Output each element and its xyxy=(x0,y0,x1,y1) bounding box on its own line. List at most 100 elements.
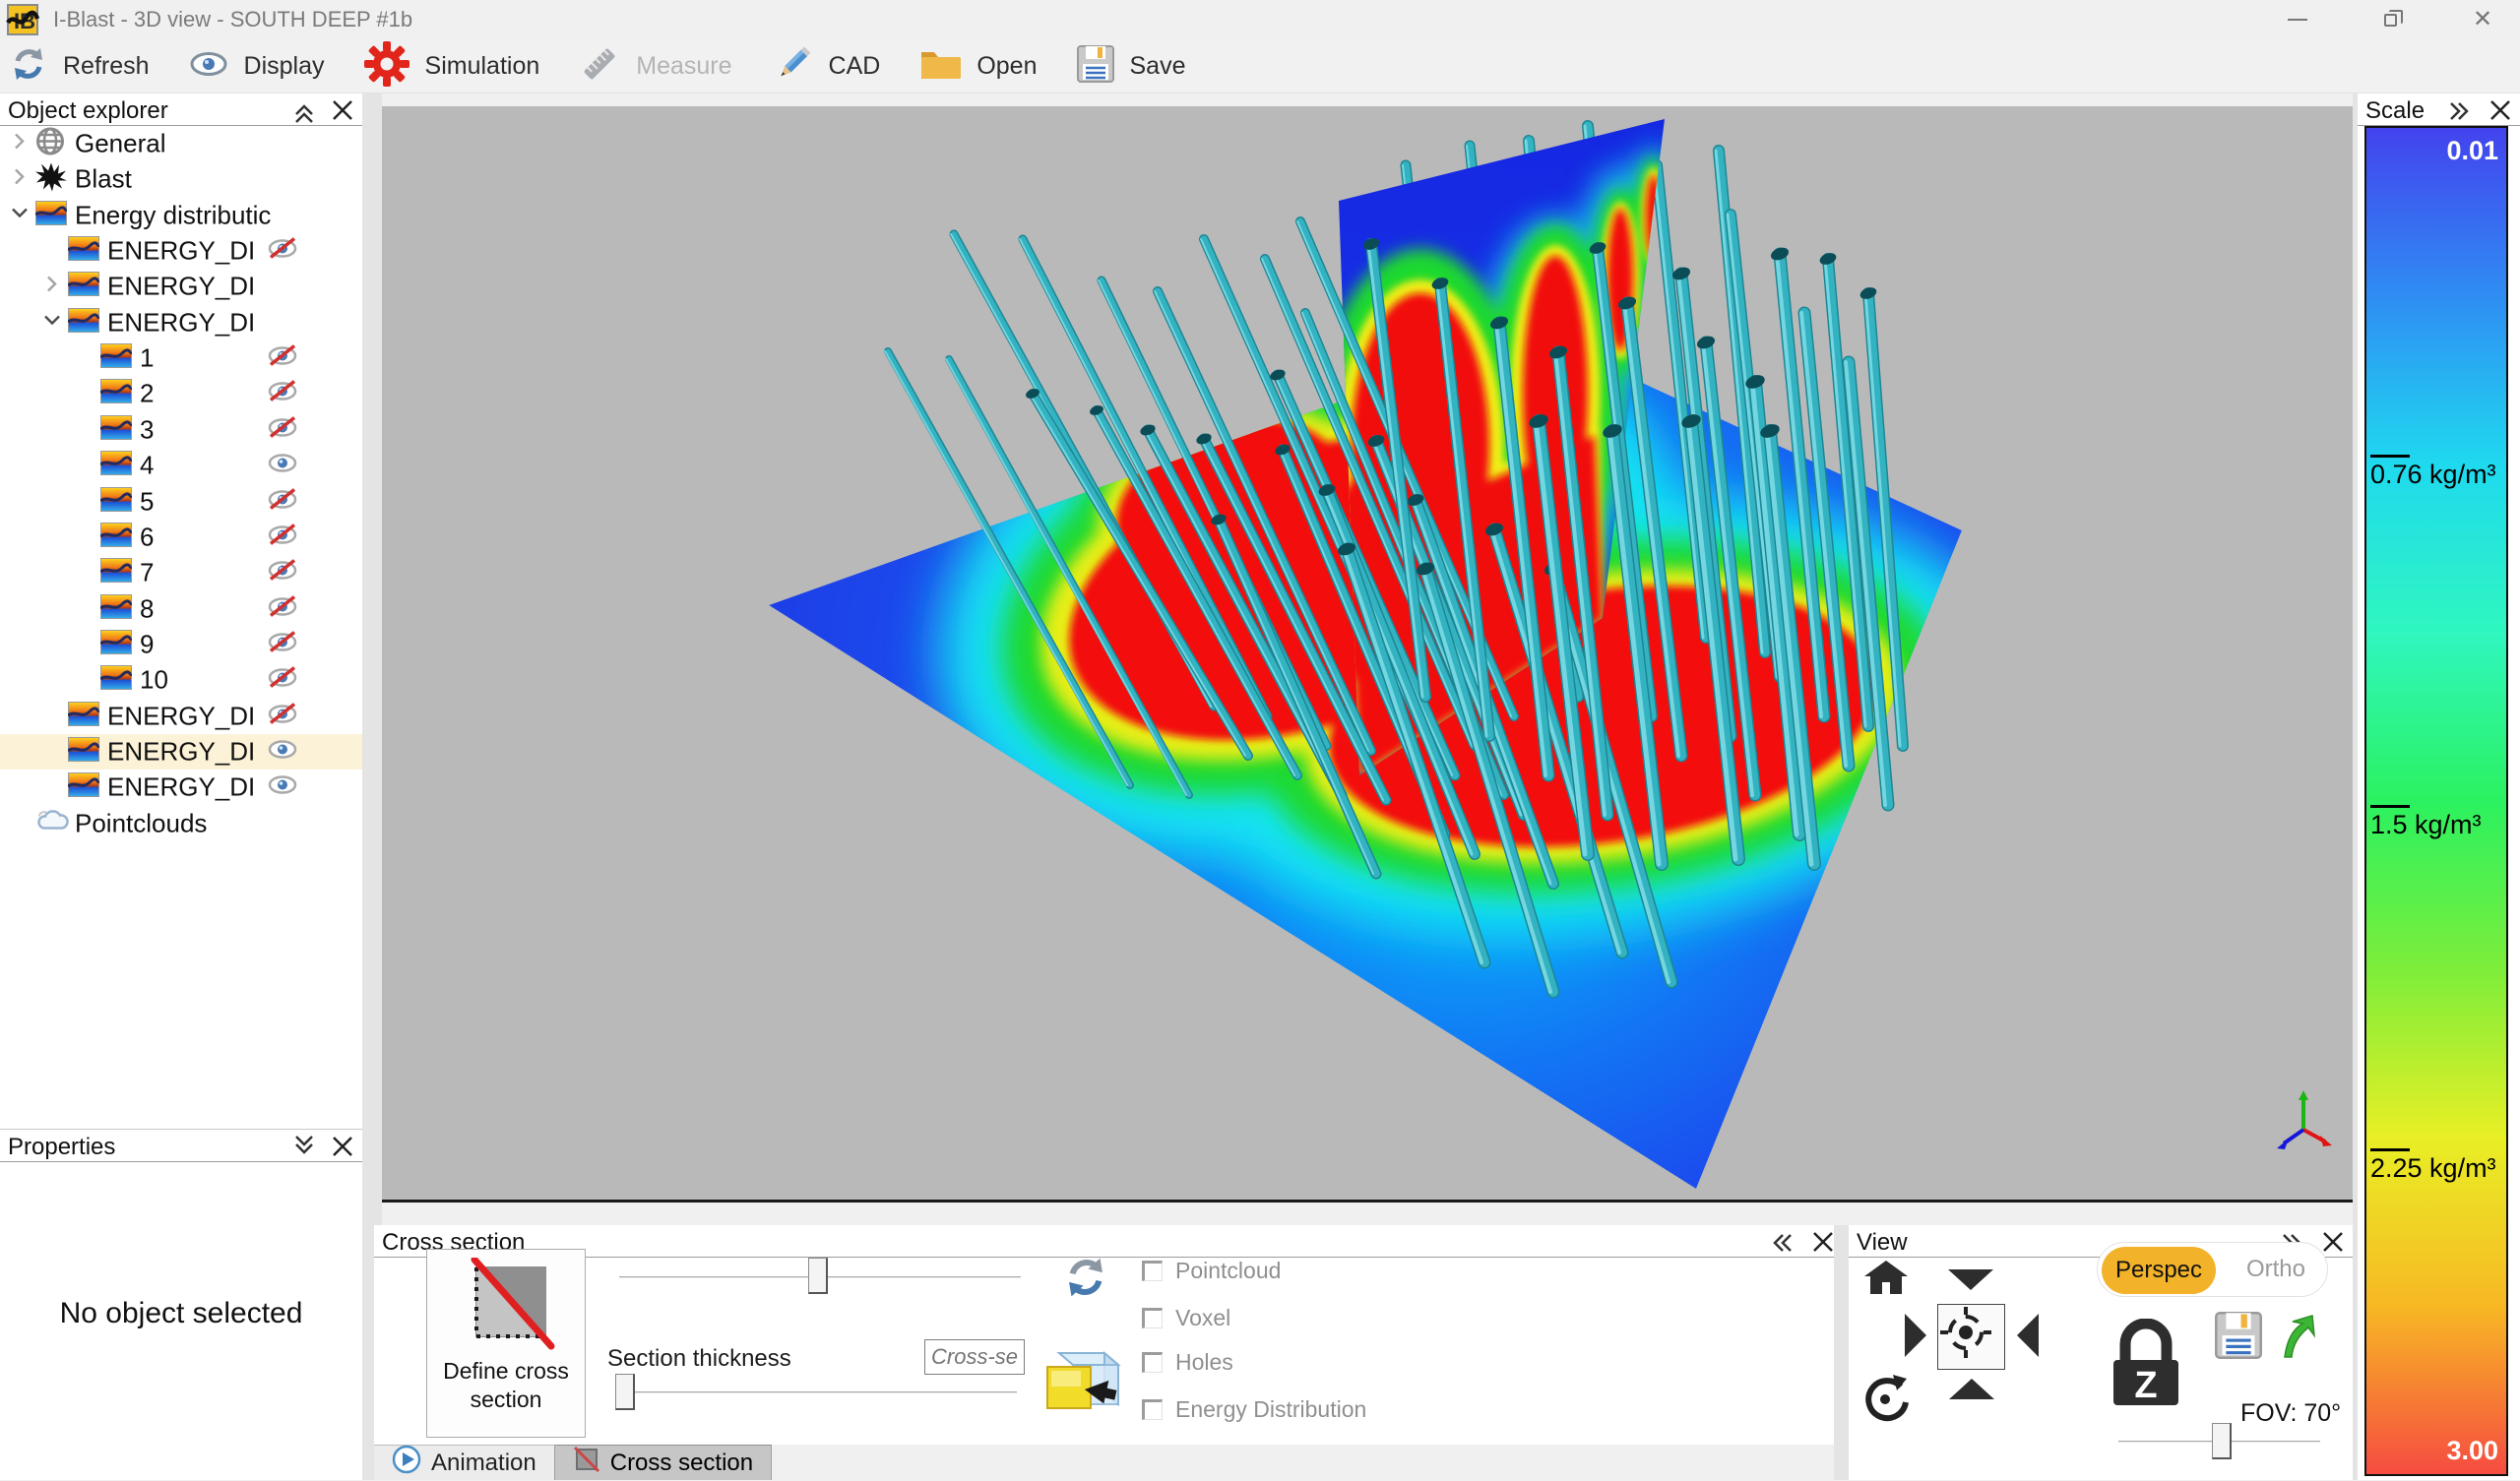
tree-item-3[interactable]: 3 xyxy=(0,412,362,448)
minimize-button[interactable] xyxy=(2270,1,2325,38)
tree-item-energy-di[interactable]: ENERGY_DI xyxy=(0,305,362,340)
expander-icon[interactable] xyxy=(42,310,62,335)
checkbox-holes[interactable]: Holes xyxy=(1142,1349,1233,1376)
center-target-button[interactable] xyxy=(1937,1304,2005,1370)
pan-left-icon[interactable] xyxy=(2016,1312,2041,1364)
tree-item-1[interactable]: 1 xyxy=(0,340,362,376)
tree-item-energy-di[interactable]: ENERGY_DI xyxy=(0,233,362,269)
heatmap-icon xyxy=(35,201,67,230)
3d-viewport[interactable] xyxy=(382,106,2353,1203)
close-panel-icon[interactable] xyxy=(1811,1230,1835,1259)
tree-item-2[interactable]: 2 xyxy=(0,376,362,411)
visibility-hidden-icon[interactable] xyxy=(268,344,297,373)
ortho-option[interactable]: Ortho xyxy=(2246,1256,2305,1283)
tab-cross-section[interactable]: Cross section xyxy=(555,1445,772,1480)
close-button[interactable]: ✕ xyxy=(2455,1,2510,38)
checkbox-box[interactable] xyxy=(1142,1308,1163,1328)
thickness-slider-handle[interactable] xyxy=(615,1374,635,1410)
visibility-hidden-icon[interactable] xyxy=(268,666,297,695)
toolbar-measure-button[interactable]: Measure xyxy=(579,43,731,90)
toolbar-cad-button[interactable]: CAD xyxy=(772,43,881,90)
projection-toggle[interactable]: Perspec Ortho xyxy=(2097,1242,2328,1297)
visibility-visible-icon[interactable] xyxy=(268,452,297,480)
rotate-icon[interactable] xyxy=(1861,1373,1909,1427)
visibility-hidden-icon[interactable] xyxy=(268,380,297,408)
folder-icon xyxy=(919,46,961,87)
visibility-hidden-icon[interactable] xyxy=(268,237,297,266)
tree-item-energy-distributic[interactable]: Energy distributic xyxy=(0,198,362,233)
toolbar-save-button[interactable]: Save xyxy=(1077,45,1186,88)
visibility-hidden-icon[interactable] xyxy=(268,594,297,623)
tree-item-4[interactable]: 4 xyxy=(0,448,362,483)
toolbar-simulation-button[interactable]: Simulation xyxy=(364,41,540,92)
visibility-hidden-icon[interactable] xyxy=(268,487,297,516)
expander-icon[interactable] xyxy=(10,203,30,227)
fov-slider-handle[interactable] xyxy=(2212,1423,2232,1459)
close-panel-icon[interactable] xyxy=(331,98,354,127)
z-lock-icon[interactable]: Z xyxy=(2108,1319,2184,1412)
restore-button[interactable] xyxy=(2362,1,2418,38)
scale-tick-label: 1.5 kg/m³ xyxy=(2370,810,2518,840)
view-panel: View Perspec Ortho Z FOV: 70° xyxy=(1849,1225,2353,1480)
heatmap-icon xyxy=(100,630,132,659)
collapse-down-panel-icon[interactable] xyxy=(291,1135,317,1165)
toolbar-display-button[interactable]: Display xyxy=(189,49,325,84)
expander-icon[interactable] xyxy=(10,132,30,156)
checkbox-energy-distribution[interactable]: Energy Distribution xyxy=(1142,1396,1366,1423)
refresh-section-icon[interactable] xyxy=(1063,1255,1108,1305)
tab-label: Animation xyxy=(431,1450,536,1477)
tree-item-label: 3 xyxy=(140,414,154,445)
tree-item-energy-di[interactable]: ENERGY_DI xyxy=(0,699,362,734)
visibility-hidden-icon[interactable] xyxy=(268,630,297,658)
cross-section-name-input[interactable] xyxy=(924,1339,1025,1375)
define-cross-section-button[interactable]: Define cross section xyxy=(426,1249,586,1438)
checkbox-box[interactable] xyxy=(1142,1352,1163,1373)
collapse-left-panel-icon[interactable] xyxy=(1767,1230,1793,1261)
visibility-visible-icon[interactable] xyxy=(268,773,297,802)
close-panel-icon[interactable] xyxy=(331,1135,354,1163)
checkbox-voxel[interactable]: Voxel xyxy=(1142,1305,1230,1331)
tree-item-energy-di[interactable]: ENERGY_DI xyxy=(0,269,362,304)
tree-item-general[interactable]: General xyxy=(0,126,362,161)
expander-icon[interactable] xyxy=(10,167,30,192)
checkbox-box[interactable] xyxy=(1142,1261,1163,1281)
tree-item-10[interactable]: 10 xyxy=(0,662,362,698)
expand-right-panel-icon[interactable] xyxy=(2449,98,2475,129)
pan-right-icon[interactable] xyxy=(1903,1312,1927,1364)
collapse-panel-icon[interactable] xyxy=(291,98,317,129)
tree-item-pointclouds[interactable]: Pointclouds xyxy=(0,806,362,841)
tree-item-blast[interactable]: Blast xyxy=(0,161,362,197)
visibility-hidden-icon[interactable] xyxy=(268,559,297,587)
color-scale-bar: 0.01 3.00 0.76 kg/m³ 1.5 kg/m³ 2.25 kg/m… xyxy=(2364,126,2508,1476)
close-panel-icon[interactable] xyxy=(2321,1230,2345,1259)
pan-up-icon[interactable] xyxy=(1947,1378,1996,1406)
close-panel-icon[interactable] xyxy=(2488,98,2512,127)
checkbox-pointcloud[interactable]: Pointcloud xyxy=(1142,1258,1281,1284)
tree-item-7[interactable]: 7 xyxy=(0,555,362,590)
visibility-visible-icon[interactable] xyxy=(268,737,297,766)
panel-divider xyxy=(1834,1225,1849,1480)
toolbar-refresh-button[interactable]: Refresh xyxy=(10,45,150,88)
visibility-hidden-icon[interactable] xyxy=(268,523,297,551)
tree-item-label: General xyxy=(75,129,166,159)
expander-icon[interactable] xyxy=(42,275,62,299)
home-icon[interactable] xyxy=(1862,1261,1910,1299)
tree-item-8[interactable]: 8 xyxy=(0,591,362,627)
toolbar-open-button[interactable]: Open xyxy=(919,46,1037,87)
up-arrow-icon[interactable] xyxy=(2279,1314,2320,1364)
tree-item-5[interactable]: 5 xyxy=(0,484,362,520)
tree-item-energy-di[interactable]: ENERGY_DI xyxy=(0,770,362,805)
tree-item-6[interactable]: 6 xyxy=(0,520,362,555)
voxel-cube-icon[interactable] xyxy=(1040,1339,1124,1423)
tab-animation[interactable]: Animation xyxy=(374,1445,555,1480)
tree-item-9[interactable]: 9 xyxy=(0,627,362,662)
cross-position-slider-handle[interactable] xyxy=(808,1258,828,1294)
perspective-option[interactable]: Perspec xyxy=(2102,1247,2216,1294)
tree-item-energy-di[interactable]: ENERGY_DI xyxy=(0,734,362,770)
visibility-hidden-icon[interactable] xyxy=(268,702,297,730)
checkbox-box[interactable] xyxy=(1142,1399,1163,1420)
pan-down-icon[interactable] xyxy=(1946,1267,1995,1296)
save-view-icon[interactable] xyxy=(2215,1312,2262,1364)
visibility-hidden-icon[interactable] xyxy=(268,415,297,444)
thickness-slider-track[interactable] xyxy=(618,1391,1017,1393)
